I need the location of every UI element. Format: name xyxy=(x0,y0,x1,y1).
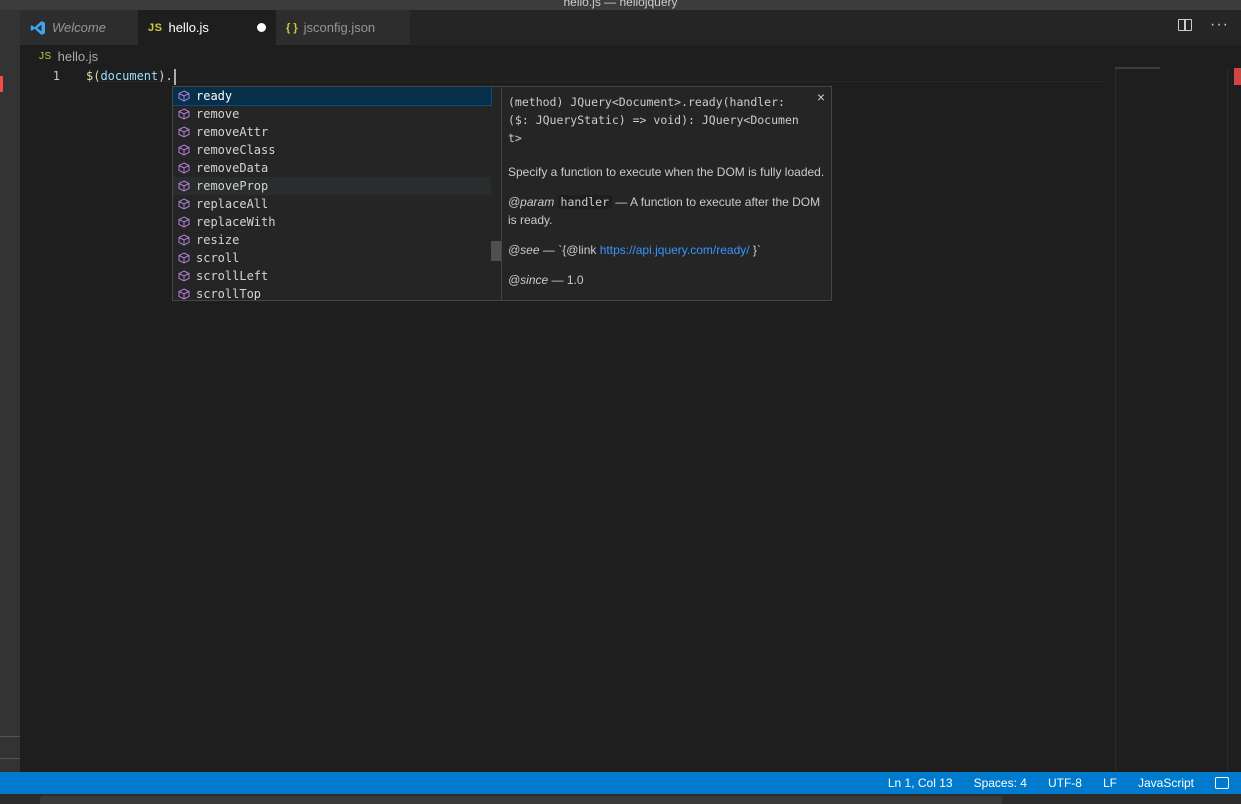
method-cube-icon xyxy=(178,108,190,120)
activity-bar xyxy=(0,10,20,772)
feedback-icon[interactable] xyxy=(1215,777,1229,789)
js-file-icon: JS xyxy=(148,22,162,34)
method-cube-icon xyxy=(178,234,190,246)
suggestion-label: scroll xyxy=(196,251,239,265)
tab-label: jsconfig.json xyxy=(304,20,376,35)
param-name: handler xyxy=(558,195,612,209)
encoding[interactable]: UTF-8 xyxy=(1048,776,1082,790)
editor-actions: ··· xyxy=(1178,19,1229,31)
method-cube-icon xyxy=(178,90,190,102)
error-indicator xyxy=(0,76,3,92)
method-cube-icon xyxy=(178,126,190,138)
unsaved-dot-icon[interactable] xyxy=(257,23,266,32)
method-signature: (method) JQuery<Document>.ready(handler:… xyxy=(508,93,804,147)
tab-label: hello.js xyxy=(168,20,208,35)
code-token-punct: ). xyxy=(158,69,172,83)
status-bar: Ln 1, Col 13 Spaces: 4 UTF-8 LF JavaScri… xyxy=(0,772,1241,794)
param-tag: @param xyxy=(508,195,554,209)
tab-jsconfig-json[interactable]: { } jsconfig.json xyxy=(276,10,410,45)
suggest-details: × (method) JQuery<Document>.ready(handle… xyxy=(501,86,832,301)
suggestion-item[interactable]: remove xyxy=(173,105,491,123)
method-cube-icon xyxy=(178,252,190,264)
suggestion-label: removeClass xyxy=(196,143,275,157)
split-editor-icon[interactable] xyxy=(1178,19,1192,31)
see-prefix: — `{@link xyxy=(540,243,600,257)
breadcrumb-file[interactable]: hello.js xyxy=(58,49,98,64)
suggestion-item[interactable]: scroll xyxy=(173,249,491,267)
suggestion-item[interactable]: removeProp xyxy=(173,177,491,195)
vscode-logo-icon xyxy=(30,20,46,36)
suggestion-item[interactable]: ready xyxy=(173,87,491,105)
accounts-divider xyxy=(0,736,20,737)
suggestion-item[interactable]: removeAttr xyxy=(173,123,491,141)
see-doc: @see — `{@link https://api.jquery.com/re… xyxy=(508,241,825,259)
method-cube-icon xyxy=(178,162,190,174)
json-file-icon: { } xyxy=(286,22,298,34)
suggest-widget: ready remove removeAttr removeClass removeDa… xyxy=(172,86,502,301)
minimap-line xyxy=(1115,67,1160,69)
code-token-document: document xyxy=(100,69,158,83)
code-line[interactable]: $(document). xyxy=(86,67,176,85)
line-number: 1 xyxy=(20,67,60,85)
suggestion-label: resize xyxy=(196,233,239,247)
method-cube-icon xyxy=(178,198,190,210)
param-doc: @param handler — A function to execute a… xyxy=(508,193,825,229)
method-cube-icon xyxy=(178,144,190,156)
method-cube-icon xyxy=(178,216,190,228)
suggestion-item[interactable]: scrollTop xyxy=(173,285,491,301)
close-icon[interactable]: × xyxy=(817,89,825,105)
dock-tray xyxy=(40,796,1002,804)
suggestion-label: removeData xyxy=(196,161,268,175)
suggestion-label: removeProp xyxy=(196,179,268,193)
method-cube-icon xyxy=(178,270,190,282)
suggestion-label: scrollLeft xyxy=(196,269,268,283)
since-value: — 1.0 xyxy=(548,273,583,287)
tab-welcome[interactable]: Welcome xyxy=(20,10,138,45)
vertical-scrollbar[interactable] xyxy=(1227,67,1241,772)
param-description: — A function to execute after the DOM is… xyxy=(508,195,820,227)
method-cube-icon xyxy=(178,180,190,192)
suggestion-label: remove xyxy=(196,107,239,121)
suggestion-item[interactable]: removeData xyxy=(173,159,491,177)
window-title: hello.js — hellojquery xyxy=(0,0,1241,9)
suggestion-label: replaceWith xyxy=(196,215,275,229)
suggestion-label: scrollTop xyxy=(196,287,261,301)
see-link[interactable]: https://api.jquery.com/ready/ xyxy=(600,243,750,257)
suggestion-item[interactable]: replaceAll xyxy=(173,195,491,213)
code-token-dollar: $( xyxy=(86,69,100,83)
suggestion-item[interactable]: removeClass xyxy=(173,141,491,159)
tab-hello-js[interactable]: JS hello.js xyxy=(138,10,276,45)
tab-bar: Welcome JS hello.js { } jsconfig.json ··… xyxy=(20,10,1241,45)
since-tag: @since xyxy=(508,273,548,287)
suggestion-label: replaceAll xyxy=(196,197,268,211)
language-mode[interactable]: JavaScript xyxy=(1138,776,1194,790)
method-cube-icon xyxy=(178,288,190,300)
suggestion-item[interactable]: scrollLeft xyxy=(173,267,491,285)
manage-divider xyxy=(0,758,20,759)
since-doc: @since — 1.0 xyxy=(508,271,825,289)
see-tag: @see xyxy=(508,243,540,257)
cursor-position[interactable]: Ln 1, Col 13 xyxy=(888,776,953,790)
title-bar: hello.js — hellojquery xyxy=(0,0,1241,10)
suggest-scrollbar[interactable] xyxy=(491,241,501,261)
minimap-edge xyxy=(1115,67,1116,772)
tab-label: Welcome xyxy=(52,20,106,35)
method-description: Specify a function to execute when the D… xyxy=(508,163,825,181)
os-dock xyxy=(0,794,1241,804)
overview-ruler-error-mark xyxy=(1234,68,1241,85)
breadcrumb: JS hello.js xyxy=(20,45,1241,67)
end-of-line[interactable]: LF xyxy=(1103,776,1117,790)
text-cursor xyxy=(174,69,176,85)
status-items: Ln 1, Col 13 Spaces: 4 UTF-8 LF JavaScri… xyxy=(888,772,1241,794)
current-line-highlight xyxy=(86,81,1106,82)
suggestion-label: ready xyxy=(196,89,232,103)
suggestion-item[interactable]: resize xyxy=(173,231,491,249)
more-actions-icon[interactable]: ··· xyxy=(1210,19,1229,31)
suggestion-label: removeAttr xyxy=(196,125,268,139)
js-file-icon: JS xyxy=(39,51,52,62)
see-suffix: }` xyxy=(750,243,761,257)
suggestion-item[interactable]: replaceWith xyxy=(173,213,491,231)
indentation[interactable]: Spaces: 4 xyxy=(974,776,1027,790)
